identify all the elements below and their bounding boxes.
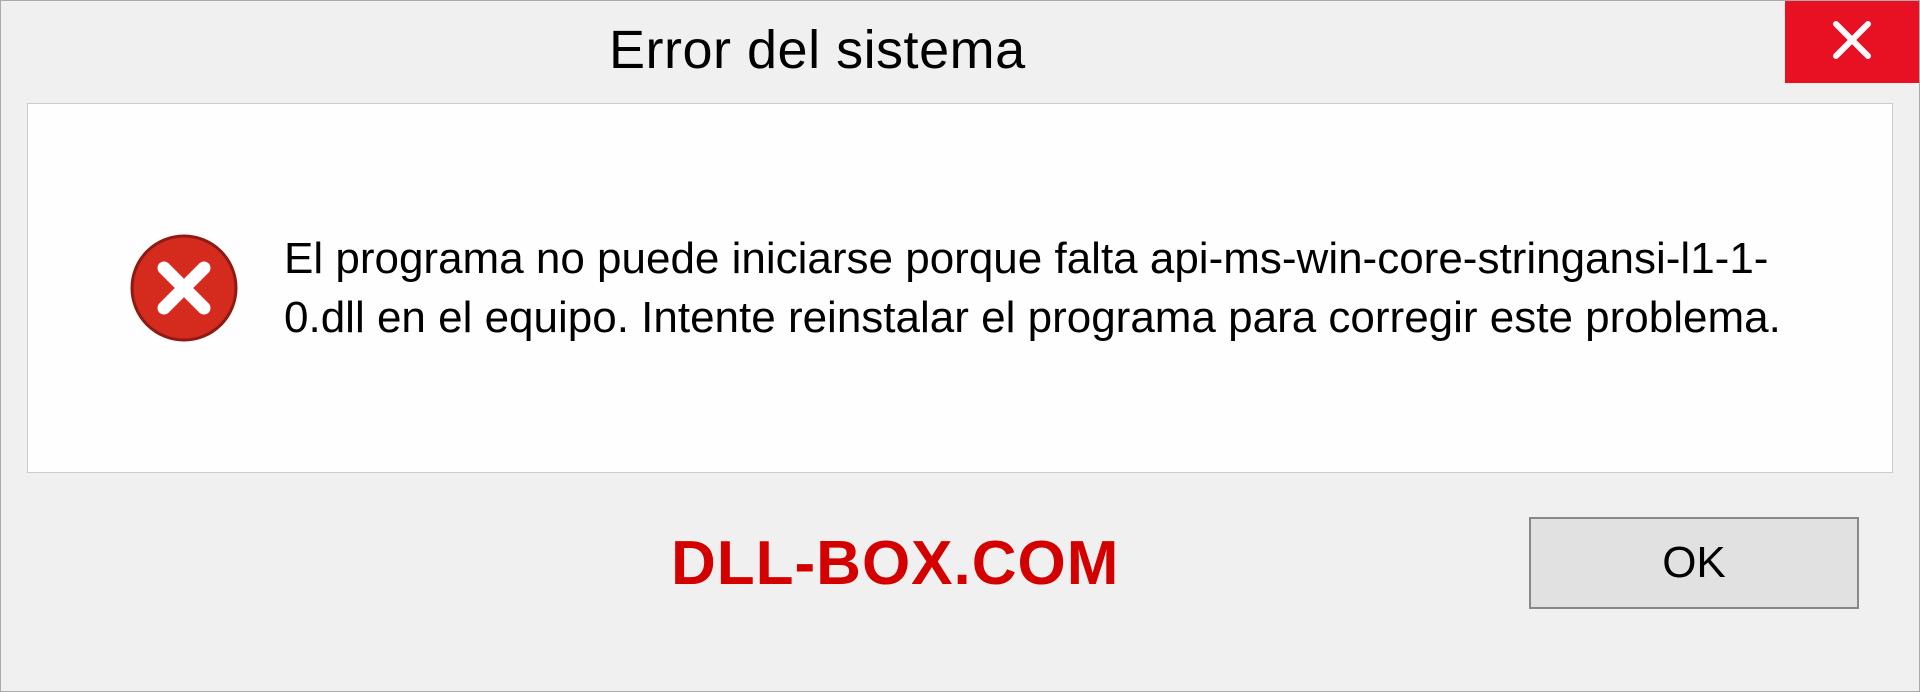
- error-dialog: Error del sistema El programa no puede i…: [0, 0, 1920, 692]
- close-icon: [1828, 16, 1876, 69]
- watermark-text: DLL-BOX.COM: [41, 528, 1119, 599]
- error-icon: [128, 232, 240, 344]
- error-message: El programa no puede iniciarse porque fa…: [284, 229, 1812, 348]
- titlebar: Error del sistema: [1, 1, 1919, 99]
- content-panel: El programa no puede iniciarse porque fa…: [27, 103, 1893, 473]
- close-button[interactable]: [1785, 1, 1919, 83]
- ok-button[interactable]: OK: [1529, 517, 1859, 609]
- dialog-title: Error del sistema: [1, 1, 1026, 81]
- dialog-footer: DLL-BOX.COM OK: [1, 473, 1919, 653]
